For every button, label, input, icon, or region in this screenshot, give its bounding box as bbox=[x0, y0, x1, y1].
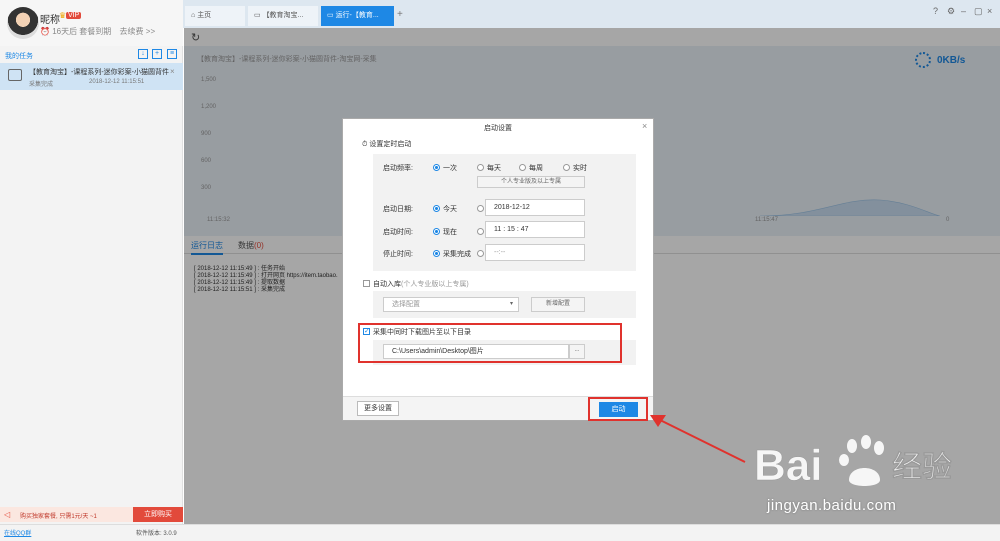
close-icon[interactable]: × bbox=[642, 121, 647, 131]
my-tasks-title: 我的任务 bbox=[5, 53, 33, 60]
minimize-icon[interactable]: – bbox=[961, 6, 966, 16]
close-icon[interactable]: × bbox=[170, 67, 175, 76]
new-tab-button[interactable]: + bbox=[397, 9, 403, 20]
add-task-icon[interactable]: + bbox=[152, 49, 162, 59]
config-select[interactable]: 选择配置 ▾ bbox=[383, 297, 519, 312]
pro-only-note: 个人专业版及以上专属 bbox=[477, 176, 585, 188]
membership-info: ⏰ 16天后 套餐到期 去续费 >> bbox=[40, 26, 155, 37]
more-settings-button[interactable]: 更多设置 bbox=[357, 401, 399, 416]
settings-icon[interactable]: ⚙ bbox=[947, 6, 955, 17]
avatar[interactable] bbox=[7, 7, 39, 39]
date-custom-radio[interactable] bbox=[477, 205, 484, 212]
promo-text: 购买独家套餐, 只需1元/天 ~1 bbox=[20, 514, 97, 520]
task-icon bbox=[8, 69, 22, 81]
date-today-label: 今天 bbox=[443, 206, 457, 213]
freq-realtime-radio[interactable] bbox=[563, 164, 570, 171]
schedule-toggle[interactable]: ⏱ 设置定时启动 bbox=[362, 139, 411, 149]
dropdown-arrow-icon: ▾ bbox=[509, 301, 513, 307]
highlight-box bbox=[588, 397, 648, 421]
baidu-watermark-logo: Bai 经验 bbox=[754, 435, 952, 490]
date-label: 启动日期: bbox=[383, 206, 413, 213]
freq-daily-radio[interactable] bbox=[477, 164, 484, 171]
freq-weekly-radio[interactable] bbox=[519, 164, 526, 171]
stop-custom-radio[interactable] bbox=[477, 250, 484, 257]
software-version: 软件版本: 3.0.9 bbox=[136, 531, 177, 537]
freq-once-radio[interactable] bbox=[433, 164, 440, 171]
stop-time-input[interactable]: --:-- bbox=[485, 244, 585, 261]
close-icon[interactable]: × bbox=[987, 6, 992, 16]
svg-text:Bai: Bai bbox=[754, 441, 822, 490]
stop-done-radio[interactable] bbox=[433, 250, 440, 257]
freq-realtime-label: 实时 bbox=[573, 165, 587, 172]
time-label: 启动时间: bbox=[383, 229, 413, 236]
auto-store-text: 自动入库 bbox=[373, 281, 401, 288]
task-list-icon[interactable]: ≡ bbox=[167, 49, 177, 59]
membership-remaining: 16天后 套餐到期 bbox=[52, 27, 112, 36]
time-custom-radio[interactable] bbox=[477, 228, 484, 235]
task-time: 2018-12-12 11:15:51 bbox=[89, 79, 145, 85]
frequency-label: 启动频率: bbox=[383, 165, 413, 172]
svg-text:经验: 经验 bbox=[892, 450, 952, 484]
import-icon[interactable]: ↓ bbox=[138, 49, 148, 59]
tab-run-label: 运行-【教育... bbox=[335, 12, 379, 19]
maximize-icon[interactable]: ▢ bbox=[974, 6, 983, 17]
stop-done-label: 采集完成 bbox=[443, 251, 471, 258]
schedule-label: 设置定时启动 bbox=[369, 141, 412, 148]
freq-daily-label: 每天 bbox=[487, 165, 501, 172]
time-now-label: 现在 bbox=[443, 229, 457, 236]
config-select-value: 选择配置 bbox=[392, 301, 420, 308]
auto-store-checkbox[interactable] bbox=[363, 280, 370, 287]
page-icon: ▭ bbox=[254, 12, 263, 19]
qq-group-link[interactable]: 在线QQ群 bbox=[4, 528, 31, 537]
buy-now-button[interactable]: 立即购买 bbox=[133, 507, 183, 522]
freq-once-label: 一次 bbox=[443, 165, 457, 172]
tab-edu-label: 【教育淘宝... bbox=[262, 12, 304, 19]
date-today-radio[interactable] bbox=[433, 205, 440, 212]
watermark-url: jingyan.baidu.com bbox=[767, 497, 897, 514]
auto-store-label: 自动入库(个人专业版以上专属) bbox=[373, 279, 469, 289]
tab-run[interactable]: ▭ 运行-【教育... bbox=[321, 6, 394, 26]
date-input[interactable]: 2018-12-12 bbox=[485, 199, 585, 216]
stop-label: 停止时间: bbox=[383, 251, 413, 258]
tab-home-label: 主页 bbox=[197, 12, 212, 19]
tab-edu-taobao[interactable]: ▭ 【教育淘宝... bbox=[248, 6, 318, 26]
time-now-radio[interactable] bbox=[433, 228, 440, 235]
task-status: 采集完成 bbox=[29, 82, 54, 88]
page-icon: ▭ bbox=[327, 12, 336, 19]
annotation-arrow bbox=[650, 415, 746, 463]
clock-icon: ⏰ bbox=[40, 27, 53, 36]
vip-badge: VIP bbox=[66, 12, 82, 19]
speaker-icon: ◁ bbox=[4, 510, 11, 519]
help-icon[interactable]: ? bbox=[933, 6, 938, 16]
freq-weekly-label: 每周 bbox=[529, 165, 543, 172]
tab-home[interactable]: ⌂ 主页 bbox=[185, 6, 245, 26]
highlight-box bbox=[358, 323, 622, 363]
task-title: 【教育淘宝】-课程系列-迷你彩案-小猫圆背件 bbox=[29, 69, 169, 76]
user-nickname: 昵称 bbox=[40, 15, 60, 26]
new-config-button[interactable]: 新增配置 bbox=[531, 297, 585, 312]
dialog-title: 启动设置 bbox=[484, 125, 512, 132]
renew-link[interactable]: 去续费 >> bbox=[120, 27, 156, 36]
auto-store-note: (个人专业版以上专属) bbox=[401, 281, 469, 288]
time-input[interactable]: 11 : 15 : 47 bbox=[485, 221, 585, 238]
